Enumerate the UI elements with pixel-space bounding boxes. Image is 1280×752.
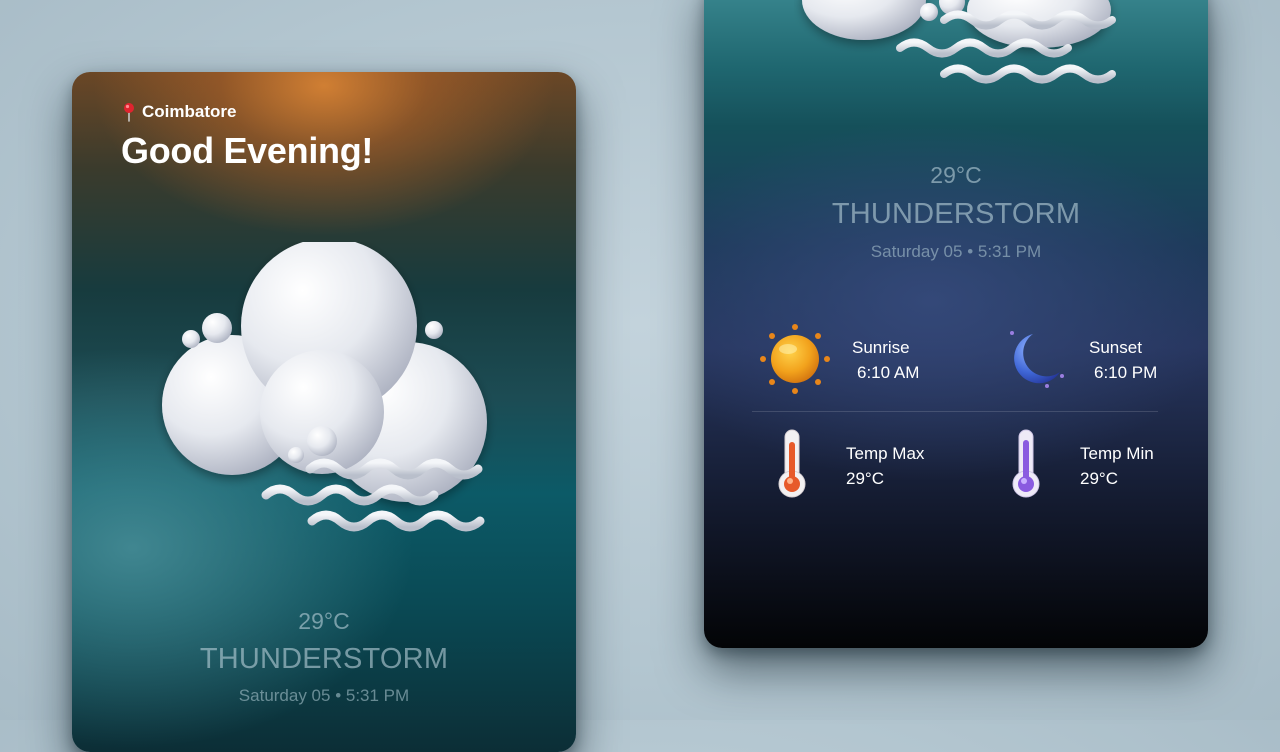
thermometer-cold-icon: [1012, 429, 1040, 498]
fog-cloud-icon: [162, 242, 487, 532]
sunrise-value: 6:10 AM: [857, 363, 920, 382]
weather-condition: THUNDERSTORM: [199, 643, 449, 675]
temp-min-value: 29°C: [1080, 469, 1118, 488]
location-name: Coimbatore: [142, 102, 237, 121]
thermometer-hot-icon: [778, 429, 806, 498]
temp-max-value: 29°C: [846, 469, 884, 488]
temperature: 29°C: [298, 608, 350, 634]
sunrise-label: Sunrise: [852, 338, 910, 357]
sun-icon: [760, 324, 830, 394]
temp-min-item: Temp Min 29°C: [1010, 428, 1208, 508]
sunset-label: Sunset: [1089, 338, 1142, 357]
weather-main-card: Coimbatore Good Evening! 29°C THUNDERSTO…: [72, 72, 576, 752]
greeting: Good Evening!: [121, 130, 374, 171]
sunset-item: Sunset 6:10 PM: [1000, 324, 1200, 404]
temp-max-label: Temp Max: [846, 444, 925, 463]
moon-icon: [1010, 331, 1064, 388]
fog-cloud-icon: [802, 0, 1116, 84]
temp-max-item: Temp Max 29°C: [776, 428, 976, 508]
divider: [752, 411, 1158, 412]
location-pin-icon: [122, 102, 136, 122]
weather-condition: THUNDERSTORM: [831, 198, 1081, 230]
weather-details-card: 29°C THUNDERSTORM Saturday 05 • 5:31 PM …: [704, 0, 1208, 648]
temperature: 29°C: [930, 162, 982, 188]
temp-min-label: Temp Min: [1080, 444, 1154, 463]
location[interactable]: Coimbatore: [122, 102, 236, 122]
sunset-value: 6:10 PM: [1094, 363, 1158, 382]
date-time: Saturday 05 • 5:31 PM: [238, 686, 410, 705]
date-time: Saturday 05 • 5:31 PM: [870, 242, 1042, 261]
sunrise-item: Sunrise 6:10 AM: [760, 324, 960, 404]
